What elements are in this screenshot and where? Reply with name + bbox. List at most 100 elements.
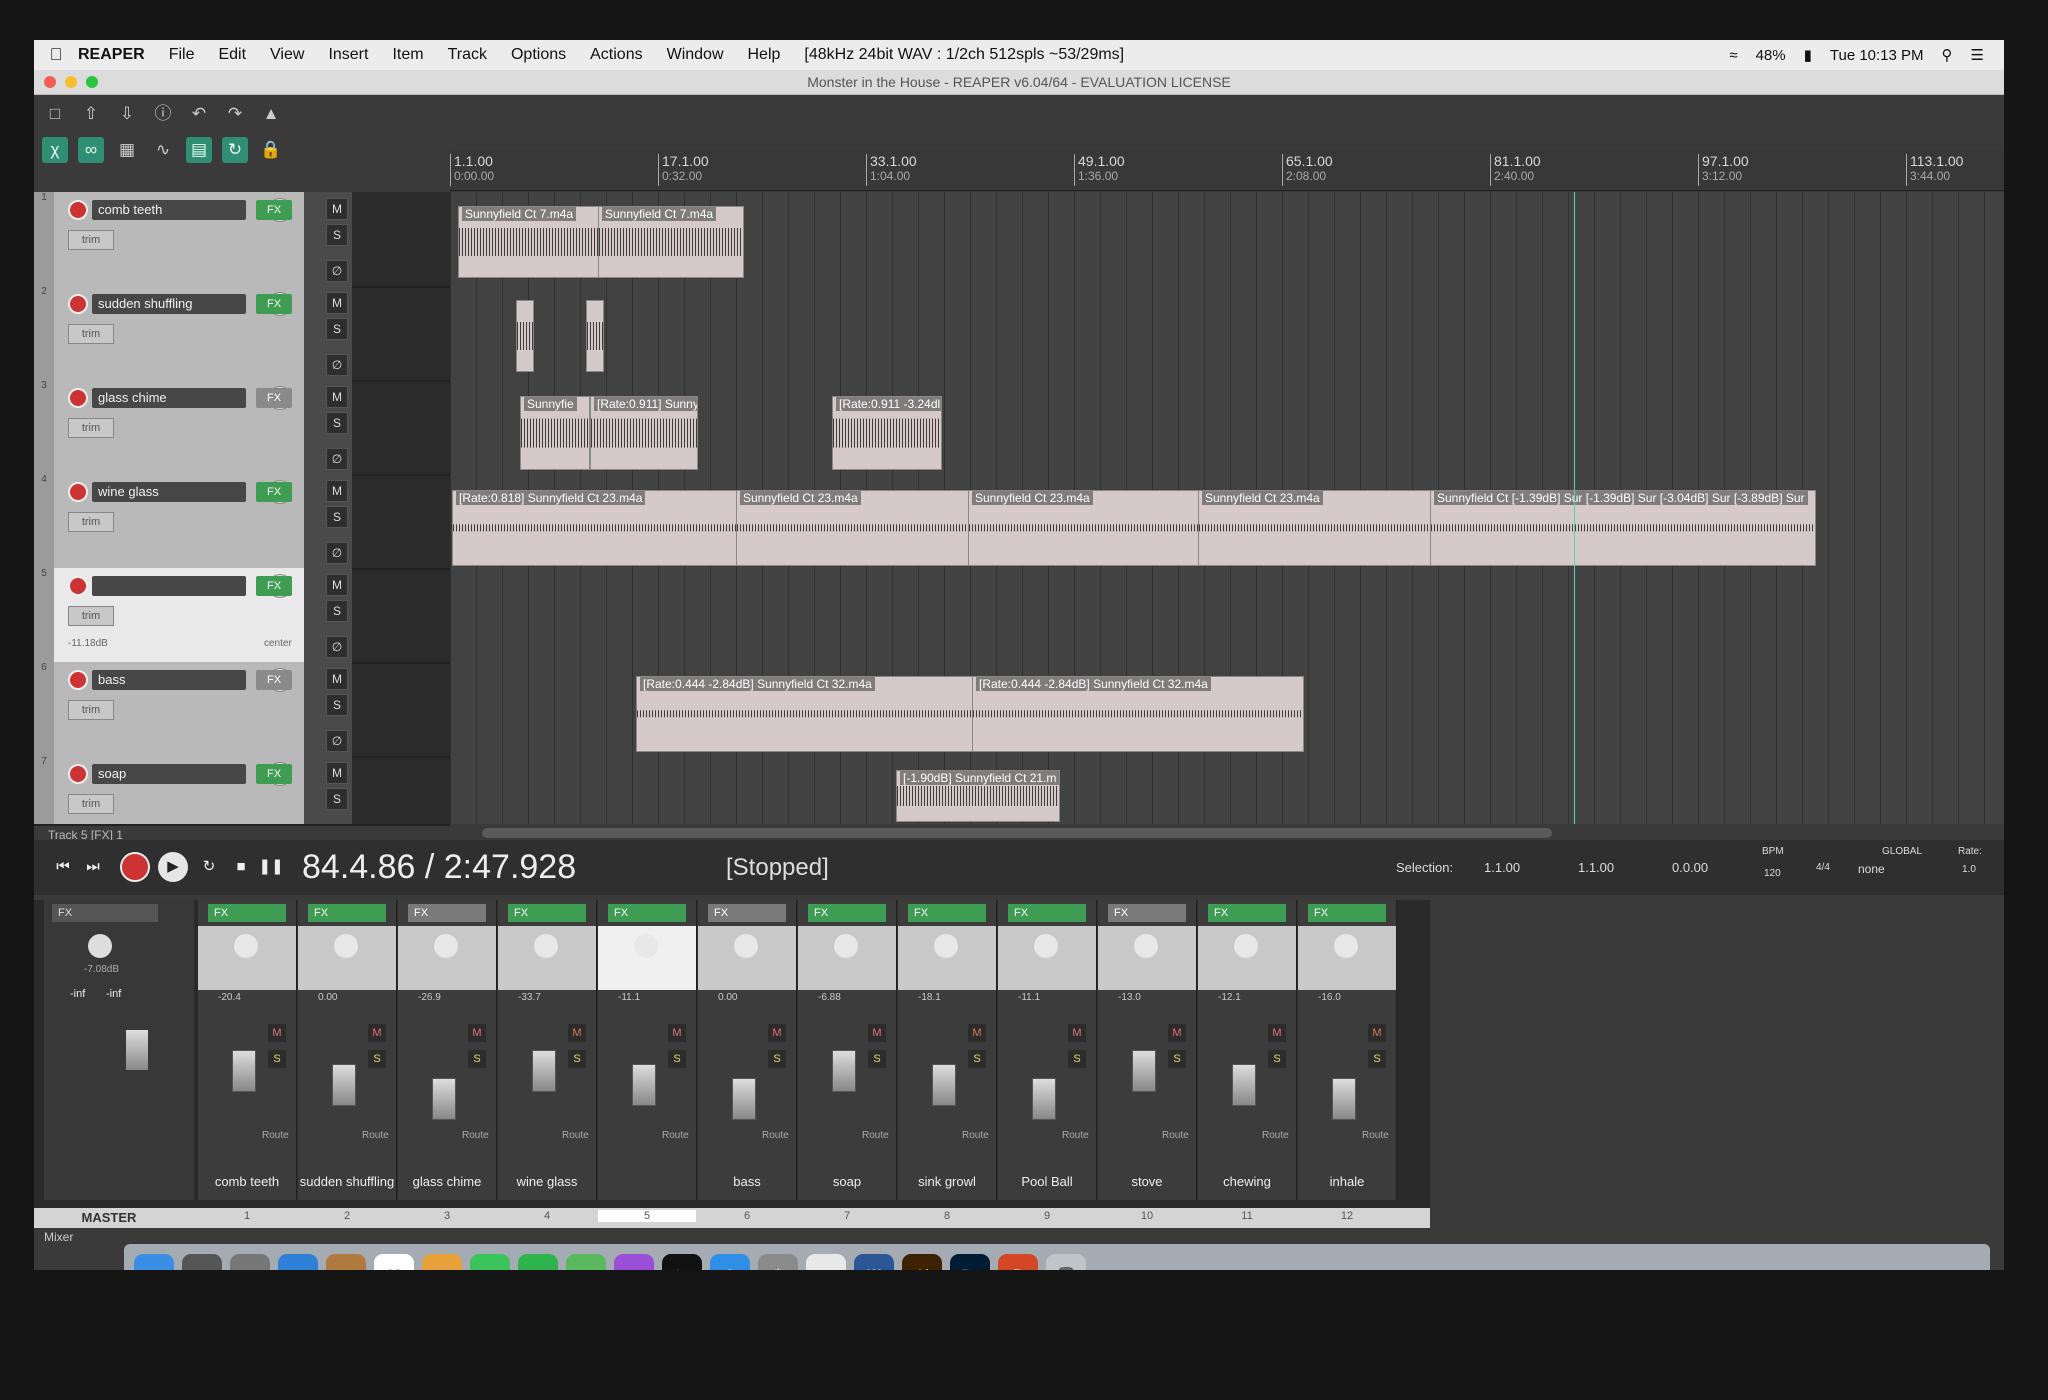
time-signature[interactable]: 4/4 [1816, 862, 1830, 873]
go-to-end-icon[interactable]: ⏭ [78, 852, 108, 882]
media-item[interactable]: Sunnyfield Ct 7.m4a [598, 206, 744, 278]
track-name[interactable]: comb teeth [92, 200, 246, 220]
zoom-button[interactable] [86, 76, 98, 88]
phase-icon[interactable]: ∅ [326, 354, 348, 376]
chrome-icon[interactable]: ● [806, 1254, 846, 1270]
record-arm-button[interactable] [68, 764, 88, 784]
fx-button[interactable]: FX [1208, 904, 1286, 922]
volume-fader[interactable] [1032, 1078, 1056, 1120]
volume-fader[interactable] [432, 1078, 456, 1120]
close-button[interactable] [44, 76, 56, 88]
word-icon[interactable]: W [854, 1254, 894, 1270]
media-item[interactable]: [Rate:0.444 -2.84dB] Sunnyfield Ct 32.m4… [972, 676, 1304, 752]
pan-knob[interactable] [734, 934, 758, 958]
track-4[interactable]: 4 wine glass trim FX M S ∅ [34, 474, 450, 570]
undo-icon[interactable]: ↶ [186, 101, 212, 127]
solo-button[interactable]: S [568, 1050, 586, 1068]
volume-fader[interactable] [1132, 1050, 1156, 1092]
safari-icon[interactable] [278, 1254, 318, 1270]
media-item[interactable]: Sunnyfield Ct 23.m4a [968, 490, 1200, 566]
playhead[interactable] [1574, 192, 1575, 824]
spotlight-icon[interactable]: ⚲ [1942, 46, 1953, 64]
media-item[interactable]: Sunnyfield Ct 23.m4a [736, 490, 970, 566]
phase-icon[interactable]: ∅ [326, 542, 348, 564]
route-button[interactable]: Route [862, 1130, 889, 1141]
fx-button[interactable]: FX [508, 904, 586, 922]
redo-icon[interactable]: ↷ [222, 101, 248, 127]
fx-button[interactable]: FX [256, 294, 292, 314]
save-project-icon[interactable]: ⇩ [114, 101, 140, 127]
fx-button[interactable]: FX [1108, 904, 1186, 922]
solo-button[interactable]: S [868, 1050, 886, 1068]
media-item[interactable]: [Rate:0.911 -3.24dl [832, 396, 942, 470]
solo-button[interactable]: S [326, 412, 348, 434]
media-item[interactable]: Sunnyfield Ct [-1.39dB] Sur [-1.39dB] Su… [1430, 490, 1816, 566]
pan-knob[interactable] [934, 934, 958, 958]
global-value[interactable]: none [1858, 862, 1885, 876]
volume-fader[interactable] [632, 1064, 656, 1106]
mute-button[interactable]: M [326, 386, 348, 408]
fx-button[interactable]: FX [1308, 904, 1386, 922]
calendar-icon[interactable]: 19 [374, 1254, 414, 1270]
fx-button[interactable]: FX [256, 764, 292, 784]
solo-button[interactable]: S [1268, 1050, 1286, 1068]
metronome-icon[interactable]: ▲ [258, 101, 284, 127]
track-7[interactable]: 7 soap trim FX M S [34, 756, 450, 826]
mute-button[interactable]: M [568, 1024, 586, 1042]
mute-button[interactable]: M [1368, 1024, 1386, 1042]
open-project-icon[interactable]: ⇧ [78, 101, 104, 127]
pan-knob[interactable] [434, 934, 458, 958]
menu-track[interactable]: Track [448, 46, 487, 64]
battery-icon[interactable]: ▮ [1804, 46, 1812, 64]
mute-button[interactable]: M [368, 1024, 386, 1042]
volume-fader[interactable] [732, 1078, 756, 1120]
volume-fader[interactable] [1232, 1064, 1256, 1106]
pan-knob[interactable] [634, 934, 658, 958]
media-item[interactable]: [Rate:0.818] Sunnyfield Ct 23.m4a [452, 490, 738, 566]
record-button[interactable] [120, 852, 150, 882]
timeline-ruler[interactable]: 1.1.00 0:00.00 17.1.00 0:32.00 33.1.00 1:04… [450, 150, 2004, 191]
solo-button[interactable]: S [1068, 1050, 1086, 1068]
solo-button[interactable]: S [468, 1050, 486, 1068]
track-name[interactable] [92, 576, 246, 596]
trim-button[interactable]: trim [68, 512, 114, 532]
mute-button[interactable]: M [668, 1024, 686, 1042]
phase-icon[interactable]: ∅ [326, 730, 348, 752]
fx-button[interactable]: FX [408, 904, 486, 922]
trim-button[interactable]: trim [68, 324, 114, 344]
mute-button[interactable]: M [326, 480, 348, 502]
mute-button[interactable]: M [326, 574, 348, 596]
mute-button[interactable]: M [768, 1024, 786, 1042]
mixer-tab[interactable]: Mixer [44, 1230, 73, 1244]
fx-button[interactable]: FX [608, 904, 686, 922]
solo-button[interactable]: S [326, 224, 348, 246]
media-item[interactable]: [Rate:0.444 -2.84dB] Sunnyfield Ct 32.m4… [636, 676, 974, 752]
track-name[interactable]: glass chime [92, 388, 246, 408]
rate-value[interactable]: 1.0 [1962, 864, 1976, 875]
mute-button[interactable]: M [1168, 1024, 1186, 1042]
track-name[interactable]: soap [92, 764, 246, 784]
route-button[interactable]: Route [962, 1130, 989, 1141]
mute-button[interactable]: M [326, 292, 348, 314]
powerpoint-icon[interactable]: P [998, 1254, 1038, 1270]
solo-button[interactable]: S [1168, 1050, 1186, 1068]
record-arm-button[interactable] [68, 200, 88, 220]
mute-button[interactable]: M [326, 762, 348, 784]
route-button[interactable]: Route [1362, 1130, 1389, 1141]
trim-button[interactable]: trim [68, 418, 114, 438]
route-button[interactable]: Route [662, 1130, 689, 1141]
list-icon[interactable]: ☰ [1971, 46, 1984, 64]
route-button[interactable]: Route [362, 1130, 389, 1141]
stop-button[interactable]: ■ [226, 852, 256, 882]
photoshop-icon[interactable]: Ps [950, 1254, 990, 1270]
track-5[interactable]: 5 trim -11.18dB center FX M S ∅ [34, 568, 450, 664]
trim-button[interactable]: trim [68, 606, 114, 626]
solo-button[interactable]: S [326, 600, 348, 622]
fx-button[interactable]: FX [256, 200, 292, 220]
trim-button[interactable]: trim [68, 230, 114, 250]
menu-insert[interactable]: Insert [328, 46, 368, 64]
snap-grid-icon[interactable]: ▤ [186, 137, 212, 163]
media-item[interactable]: Sunnyfie [520, 396, 590, 470]
mute-button[interactable]: M [468, 1024, 486, 1042]
arrange-view[interactable]: Sunnyfield Ct 7.m4a Sunnyfield Ct 7.m4a … [450, 192, 2004, 824]
